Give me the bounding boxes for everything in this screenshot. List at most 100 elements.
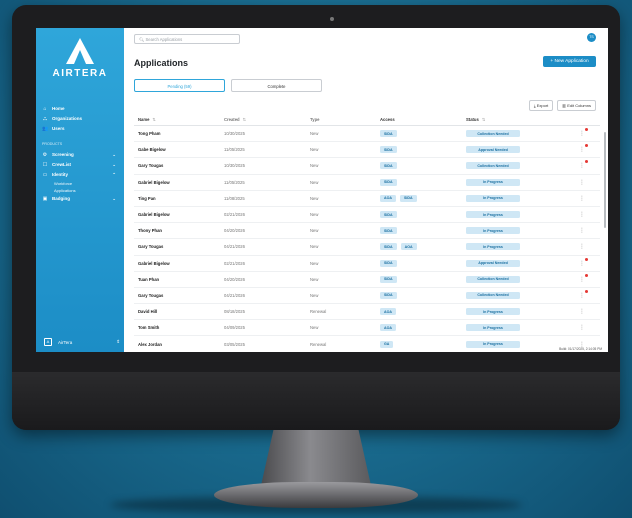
- export-label: Export: [536, 103, 549, 108]
- sidebar-item-organizations[interactable]: ⛬ Organizations: [42, 114, 122, 123]
- sidebar-item-crewlist[interactable]: ☐ CrewList ⌄: [42, 160, 122, 169]
- sidebar-subitem-workforce[interactable]: Workforce: [42, 180, 122, 187]
- tab-pending[interactable]: Pending (59): [134, 79, 225, 92]
- applications-table: Name ⇅ Created ⇅ Type Access Status ⇅ Tong …: [134, 113, 600, 352]
- row-menu-icon[interactable]: ⋮: [574, 227, 590, 234]
- row-menu-icon[interactable]: ⋮: [574, 195, 590, 202]
- cell-name: Tuan Phan: [138, 276, 160, 282]
- access-badge: SIDA: [380, 291, 397, 299]
- column-header-status[interactable]: Status ⇅: [466, 117, 574, 122]
- cell-name: Alex Jordan: [138, 341, 162, 347]
- edit-columns-button[interactable]: ▥ Edit Columns: [557, 100, 596, 111]
- tab-complete[interactable]: Complete: [231, 79, 322, 92]
- table-row[interactable]: Gary Tougas 10/30/2025 New SIDA Collection N…: [134, 158, 600, 175]
- table-row[interactable]: Gabriel Bigelow 02/21/2026 New SIDA In Progr…: [134, 207, 600, 224]
- access-badge: SIDA: [380, 146, 397, 154]
- table-row[interactable]: Gabriel Bigelow 11/05/2025 New SIDA In Progr…: [134, 175, 600, 191]
- row-menu-icon[interactable]: ⋮: [574, 211, 590, 218]
- cell-status: In Progress: [466, 340, 574, 348]
- row-menu-icon[interactable]: ⋮: [574, 273, 590, 283]
- export-button[interactable]: ⤓ Export: [528, 100, 554, 111]
- table-row[interactable]: Gary Tougas 04/21/2026 New SIDA Collection N…: [134, 288, 600, 305]
- status-badge: In Progress: [466, 194, 520, 202]
- download-icon: ⤓: [533, 103, 536, 108]
- cell-status: Collection Needed: [466, 162, 574, 170]
- cell-status: Approval Needed: [466, 146, 574, 154]
- table-row[interactable]: David Hill 08/18/2025 Renewal AOA In Progres…: [134, 304, 600, 321]
- access-badge: SIDA: [380, 227, 397, 235]
- sort-icon: ⇅: [481, 116, 486, 122]
- access-badge: SIDA: [380, 178, 397, 186]
- avatar[interactable]: TS: [587, 33, 596, 42]
- access-badge: SIDA: [380, 130, 397, 138]
- row-menu-icon[interactable]: ⋮: [574, 179, 590, 186]
- cell-created: 02/21/2026: [224, 212, 245, 218]
- org-switcher[interactable]: A AirTera ⇕: [44, 338, 120, 346]
- row-menu-icon[interactable]: ⋮: [574, 324, 590, 331]
- status-badge: Collection Needed: [466, 130, 520, 138]
- row-menu-icon[interactable]: ⋮: [574, 144, 590, 153]
- cell-status: In Progress: [466, 324, 574, 332]
- org-switcher-label: AirTera: [58, 339, 73, 345]
- row-menu-icon[interactable]: ⋮: [574, 160, 590, 169]
- access-badge: SIDA: [400, 194, 417, 202]
- cell-name: Gary Tougas: [138, 244, 164, 250]
- sidebar-item-screening[interactable]: ⚙ Screening ⌄: [42, 150, 122, 159]
- screen: AIRTERA ⌂ Home ⛬ Organizations 👥 Users P…: [36, 28, 608, 352]
- page-title: Applications: [134, 58, 189, 68]
- table-row[interactable]: Thony Phan 04/20/2026 New SIDA In Progress ⋮: [134, 223, 600, 240]
- table-row[interactable]: Gabriel Bigelow 02/21/2026 New SIDA Approval…: [134, 256, 600, 272]
- sidebar-item-users[interactable]: 👥 Users: [42, 124, 122, 133]
- row-menu-icon[interactable]: ⋮: [574, 289, 590, 299]
- row-menu-icon[interactable]: ⋮: [574, 308, 590, 315]
- search-input[interactable]: 🔍︎ Search Applications: [134, 34, 240, 44]
- sidebar: AIRTERA ⌂ Home ⛬ Organizations 👥 Users P…: [36, 28, 124, 352]
- table-row[interactable]: Gary Tougas 04/21/2026 New SIDA AOA In Progre…: [134, 239, 600, 256]
- cell-status: In Progress: [466, 227, 574, 235]
- table-row[interactable]: Ting Pan 11/08/2025 New AOA SIDA In Progress ⋮: [134, 191, 600, 207]
- cell-status: In Progress: [466, 308, 574, 316]
- sidebar-item-label: Home: [52, 106, 65, 111]
- table-row[interactable]: Tuan Phan 04/20/2026 New SIDA Collection Nee…: [134, 272, 600, 288]
- cell-access: SIDA AOA: [380, 243, 466, 251]
- cell-name: Gary Tougas: [138, 163, 164, 169]
- status-badge: Collection Needed: [466, 291, 520, 299]
- cell-name: Tom Smith: [138, 325, 160, 331]
- status-badge: Collection Needed: [466, 162, 520, 170]
- sidebar-item-home[interactable]: ⌂ Home: [42, 104, 122, 113]
- cell-name: Gabe Bigelow: [138, 147, 166, 153]
- cell-type: New: [310, 276, 319, 282]
- cell-name: David Hill: [138, 309, 158, 315]
- products-section-label: PRODUCTS: [42, 142, 63, 146]
- table-tools: ⤓ Export ▥ Edit Columns: [525, 100, 596, 111]
- row-menu-icon[interactable]: ⋮: [574, 128, 590, 137]
- sidebar-item-identity[interactable]: ▭ Identity ⌃: [42, 170, 122, 179]
- sidebar-subitem-applications[interactable]: Applications: [42, 187, 122, 194]
- table-row[interactable]: Tong Pham 10/30/2025 New SIDA Collection Nee…: [134, 126, 600, 143]
- access-badge: AOA: [380, 308, 396, 316]
- sidebar-item-badging[interactable]: ▣ Badging ⌄: [42, 194, 122, 203]
- org-icon: A: [44, 338, 52, 346]
- cell-type: Renewal: [310, 309, 327, 315]
- cell-status: In Progress: [466, 194, 574, 202]
- access-badge: AOA: [380, 324, 396, 332]
- table-scrollbar[interactable]: [604, 132, 606, 228]
- cell-created: 03/05/2025: [224, 341, 245, 347]
- cell-access: SIDA: [380, 291, 466, 299]
- table-row[interactable]: Tom Smith 04/09/2025 New AOA In Progress ⋮: [134, 320, 600, 337]
- table-row[interactable]: Alex Jordan 03/05/2025 Renewal GA In Progres…: [134, 336, 600, 352]
- column-header-access[interactable]: Access: [380, 117, 466, 122]
- cell-type: New: [310, 131, 319, 137]
- cell-type: New: [310, 325, 319, 331]
- sidebar-item-label: Users: [52, 126, 65, 131]
- cell-created: 11/05/2025: [224, 179, 245, 185]
- column-header-name[interactable]: Name ⇅: [134, 117, 224, 122]
- column-header-type[interactable]: Type: [310, 117, 380, 122]
- new-application-button[interactable]: + New Application: [543, 56, 596, 67]
- cell-status: Collection Needed: [466, 291, 574, 299]
- column-header-created[interactable]: Created ⇅: [224, 117, 310, 122]
- table-row[interactable]: Gabe Bigelow 11/05/2025 New SIDA Approval Ne…: [134, 142, 600, 159]
- row-menu-icon[interactable]: ⋮: [574, 257, 590, 267]
- sidebar-nav: ⌂ Home ⛬ Organizations 👥 Users PRODUCTS …: [42, 104, 122, 204]
- row-menu-icon[interactable]: ⋮: [574, 243, 590, 250]
